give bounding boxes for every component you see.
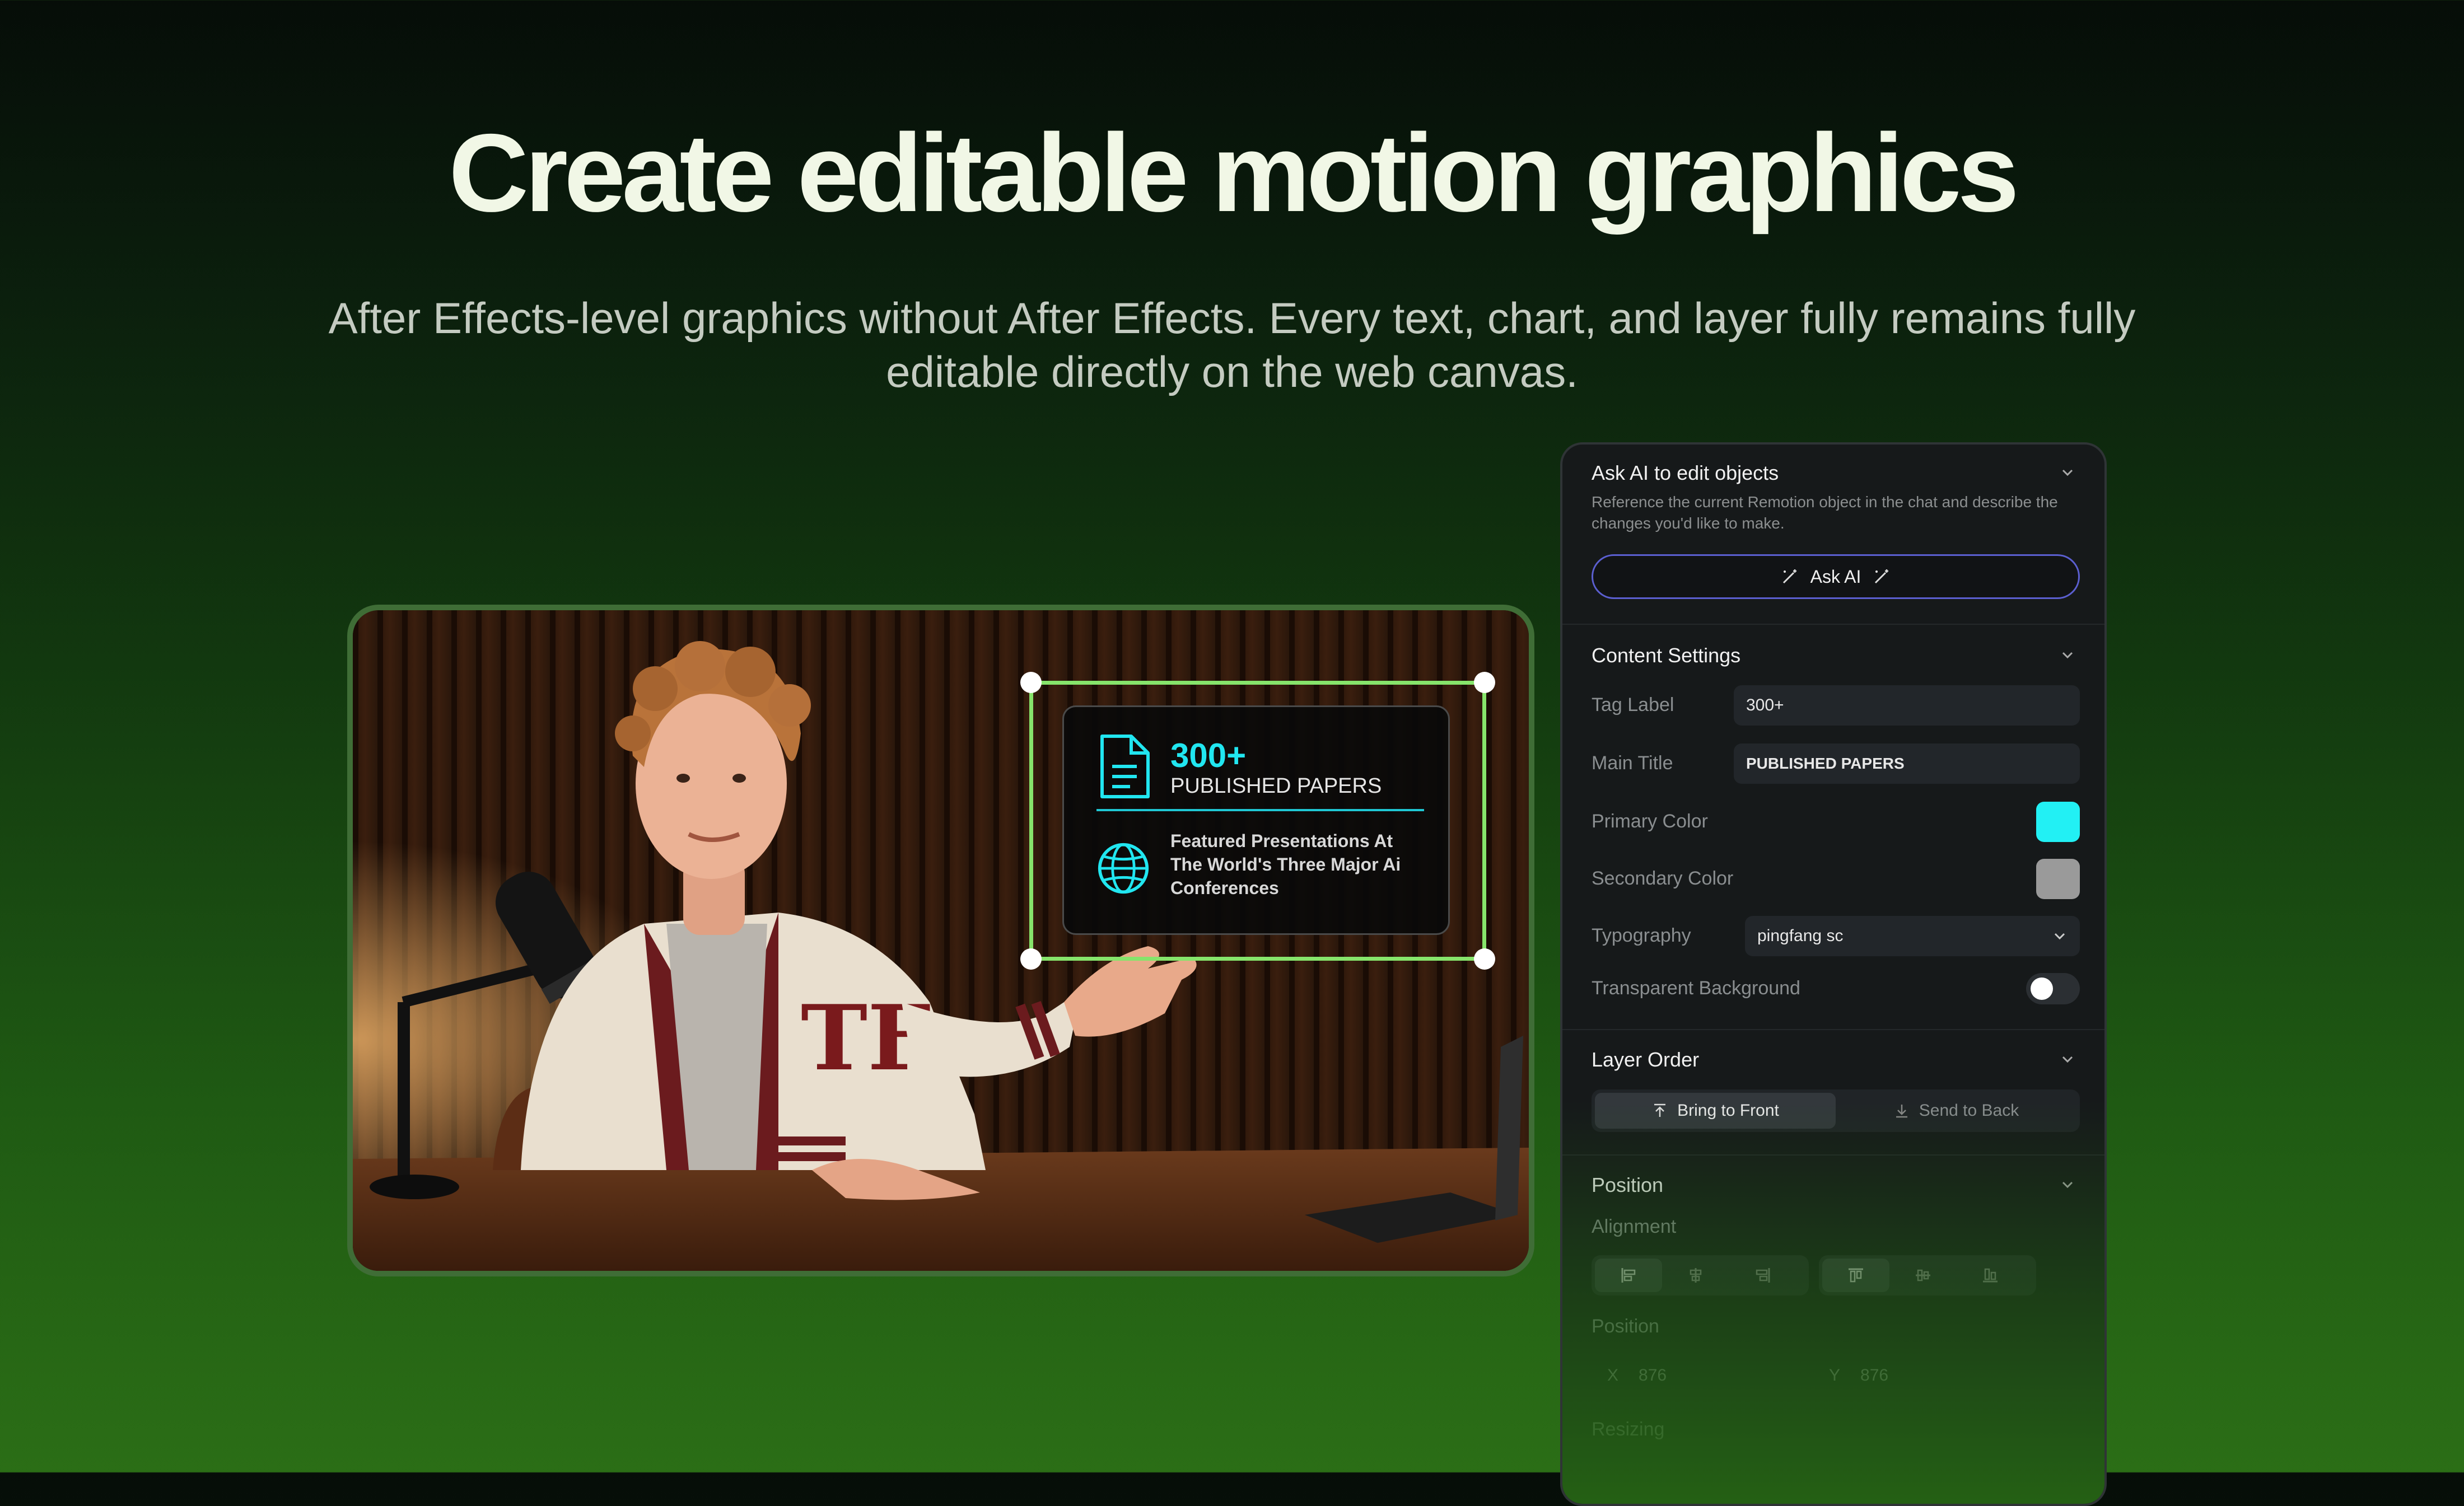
chevron-down-icon: [2054, 933, 2065, 940]
stat-card[interactable]: 300+ PUBLISHED PAPERS Featured Presentat…: [1062, 705, 1450, 935]
vertical-alignment-group: [1819, 1255, 2036, 1295]
stat-divider: [1096, 809, 1424, 811]
x-value: 876: [1639, 1366, 1667, 1385]
chevron-down-icon[interactable]: [2060, 1051, 2075, 1067]
tag-label-input[interactable]: 300+: [1734, 685, 2080, 726]
align-bottom-icon: [1983, 1268, 1998, 1283]
chevron-down-icon[interactable]: [2060, 1177, 2075, 1192]
align-middle-icon: [1916, 1269, 1930, 1281]
align-left-icon: [1621, 1268, 1636, 1283]
ask-ai-description: Reference the current Remotion object in…: [1592, 493, 2058, 532]
hero-subtitle: After Effects-level graphics without Aft…: [328, 293, 2136, 396]
send-to-back-button[interactable]: Send to Back: [1836, 1093, 2076, 1129]
bring-to-front-button[interactable]: Bring to Front: [1595, 1093, 1836, 1129]
primary-color-swatch[interactable]: [2036, 802, 2080, 842]
align-top-icon: [1849, 1268, 1863, 1283]
align-center-h-button[interactable]: [1662, 1259, 1729, 1292]
y-value: 876: [1860, 1366, 1889, 1385]
transparent-bg-label: Transparent Background: [1592, 978, 1800, 999]
align-middle-button[interactable]: [1889, 1259, 1957, 1292]
divider: [1562, 1029, 2104, 1030]
bring-to-front-label: Bring to Front: [1677, 1101, 1779, 1120]
typography-select[interactable]: pingfang sc: [1745, 916, 2080, 956]
align-right-icon: [1756, 1268, 1770, 1283]
align-center-horizontal-icon: [1690, 1268, 1702, 1283]
send-to-back-label: Send to Back: [1919, 1101, 2019, 1120]
resize-handle-top-left[interactable]: [1020, 672, 1042, 693]
y-label: Y: [1829, 1366, 1841, 1385]
ask-ai-section-title: Ask AI to edit objects: [1592, 461, 1779, 484]
align-right-button[interactable]: [1729, 1259, 1796, 1292]
horizontal-alignment-group: [1592, 1255, 1809, 1295]
stat-description: Featured Presentations At The World's Th…: [1170, 831, 1401, 898]
magic-wand-icon: [1875, 569, 1889, 584]
ask-ai-button[interactable]: Ask AI: [1592, 554, 2080, 599]
stat-number: 300+: [1170, 737, 1247, 774]
chevron-down-icon[interactable]: [2060, 465, 2075, 480]
position-x-field[interactable]: X 876: [1607, 1366, 1667, 1385]
alignment-label: Alignment: [1592, 1216, 1677, 1237]
primary-color-label: Primary Color: [1592, 811, 1708, 832]
position-label: Position: [1592, 1316, 1659, 1337]
chevron-down-icon[interactable]: [2060, 647, 2075, 663]
resize-handle-bottom-left[interactable]: [1020, 948, 1042, 970]
position-y-field[interactable]: Y 876: [1829, 1366, 1888, 1385]
resizing-label: Resizing: [1592, 1419, 1665, 1440]
arrow-down-to-line-icon: [1896, 1105, 1907, 1118]
panel-fade-overlay: [1562, 1101, 2104, 1504]
secondary-color-label: Secondary Color: [1592, 868, 1734, 889]
resize-handle-top-right[interactable]: [1474, 672, 1495, 693]
properties-panel: Ask AI to edit objects Reference the cur…: [1560, 442, 2107, 1506]
arrow-up-to-line-icon: [1654, 1103, 1666, 1117]
x-label: X: [1607, 1366, 1619, 1385]
tag-label-label: Tag Label: [1592, 694, 1674, 715]
divider: [1562, 624, 2104, 625]
typography-value: pingfang sc: [1757, 927, 1844, 945]
position-section-title: Position: [1592, 1173, 1664, 1196]
divider: [1562, 1154, 2104, 1156]
stat-title: PUBLISHED PAPERS: [1170, 774, 1382, 798]
globe-icon: [1098, 843, 1149, 894]
document-icon: [1100, 735, 1150, 798]
secondary-color-swatch[interactable]: [2036, 859, 2080, 899]
toggle-knob: [2031, 978, 2053, 1000]
main-title-input[interactable]: PUBLISHED PAPERS: [1734, 743, 2080, 784]
resize-handle-bottom-right[interactable]: [1474, 948, 1495, 970]
magic-wand-icon: [1782, 569, 1796, 584]
ask-ai-button-label: Ask AI: [1810, 566, 1861, 587]
transparent-bg-toggle[interactable]: [2026, 973, 2080, 1004]
align-top-button[interactable]: [1822, 1259, 1889, 1292]
typography-label: Typography: [1592, 925, 1691, 946]
main-title-label: Main Title: [1592, 752, 1673, 774]
hero-title: Create editable motion graphics: [449, 111, 2019, 235]
layer-order-title: Layer Order: [1592, 1048, 1700, 1071]
align-bottom-button[interactable]: [1957, 1259, 2024, 1292]
layer-order-control: Bring to Front Send to Back: [1592, 1089, 2080, 1132]
content-settings-title: Content Settings: [1592, 644, 1741, 667]
align-left-button[interactable]: [1595, 1259, 1662, 1292]
